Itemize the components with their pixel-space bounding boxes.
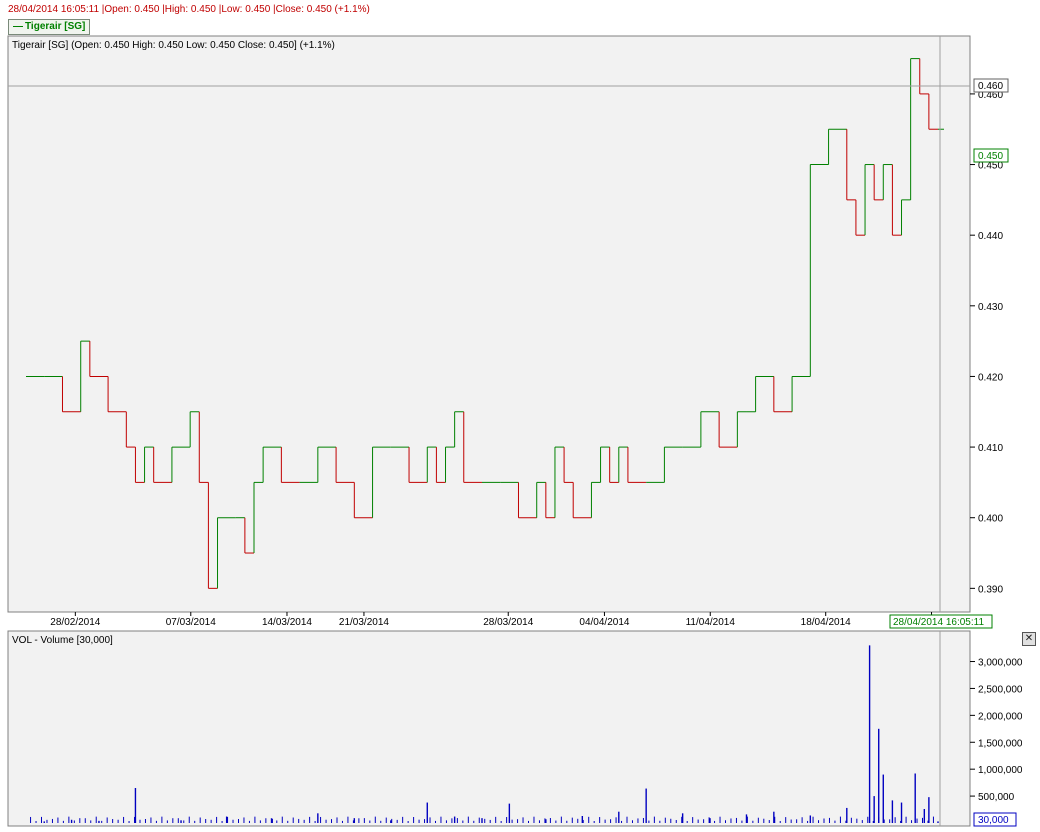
price-xtick-label: 14/03/2014	[262, 617, 312, 628]
volume-ytick-label: 2,500,000	[978, 684, 1023, 695]
price-panel	[7, 35, 971, 613]
price-ytick-label: 0.410	[978, 443, 1003, 454]
volume-caption: VOL - Volume [30,000]	[12, 635, 113, 646]
volume-ytick-label: 500,000	[978, 792, 1015, 803]
price-xtick-label: 07/03/2014	[166, 617, 216, 628]
volume-ytick-label: 1,500,000	[978, 738, 1023, 749]
volume-ytick-label: 3,000,000	[978, 658, 1023, 669]
volume-last-value: 30,000	[978, 815, 1009, 826]
price-ytick-label: 0.390	[978, 584, 1003, 595]
volume-panel	[7, 630, 971, 827]
price-ytick-label: 0.430	[978, 302, 1003, 313]
price-ytick-label: 0.400	[978, 514, 1003, 525]
price-caption: Tigerair [SG] (Open: 0.450 High: 0.450 L…	[12, 40, 335, 51]
last-value: 0.450	[978, 151, 1003, 162]
price-ytick-label: 0.420	[978, 372, 1003, 383]
price-xtick-label: 28/03/2014	[483, 617, 533, 628]
price-ytick-label: 0.440	[978, 231, 1003, 242]
volume-ytick-label: 2,000,000	[978, 711, 1023, 722]
price-xtick-label: 11/04/2014	[686, 617, 736, 628]
crosshair-value: 0.460	[978, 81, 1003, 92]
close-icon: ✕	[1024, 633, 1034, 644]
volume-ytick-label: 1,000,000	[978, 765, 1023, 776]
price-xtick-label: 28/02/2014	[50, 617, 100, 628]
price-xtick-label: 04/04/2014	[579, 617, 629, 628]
crosshair-date: 28/04/2014 16:05:11	[893, 617, 984, 628]
price-xtick-label: 21/03/2014	[339, 617, 389, 628]
chart-area: Tigerair [SG] (Open: 0.450 High: 0.450 L…	[7, 35, 1023, 827]
price-xtick-label: 18/04/2014	[801, 617, 851, 628]
close-volume-panel-button[interactable]: ✕	[1022, 632, 1036, 646]
